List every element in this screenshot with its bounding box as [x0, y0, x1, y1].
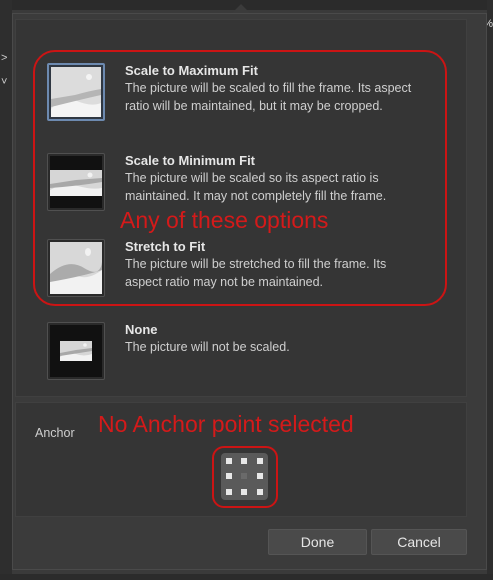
app-bottom-bar: [0, 574, 493, 580]
no-scale-icon[interactable]: [47, 322, 105, 380]
anchor-annotation: No Anchor point selected: [98, 411, 354, 437]
anchor-label: Anchor: [35, 426, 75, 440]
options-annotation: Any of these options: [120, 207, 329, 233]
option-description: The picture will not be scaled.: [125, 340, 290, 354]
option-none[interactable]: None The picture will not be scaled.: [47, 322, 467, 402]
options-highlight-oval: [33, 50, 447, 306]
done-button[interactable]: Done: [268, 529, 367, 555]
expand-arrow-icon[interactable]: >: [1, 52, 7, 64]
chevron-down-icon[interactable]: ˅: [1, 76, 7, 88]
option-title: None: [125, 322, 158, 337]
app-right-edge: [487, 0, 493, 580]
app-left-edge: > ˅: [0, 0, 12, 580]
anchor-highlight-oval: [212, 446, 278, 508]
cancel-button[interactable]: Cancel: [371, 529, 467, 555]
popover-caret: [232, 4, 250, 13]
